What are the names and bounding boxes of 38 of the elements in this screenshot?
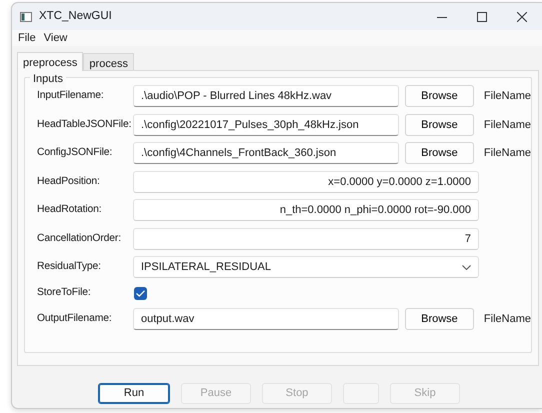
input-field[interactable]: .\config\20221017_Pulses_30ph_48kHz.json <box>133 114 399 136</box>
filename-label: FileName <box>484 146 531 161</box>
field-label: HeadPosition: <box>37 174 101 189</box>
window-title: XTC_NewGUI <box>39 8 112 24</box>
menu-item[interactable]: View <box>40 30 72 46</box>
field-label: CancellationOrder: <box>37 232 122 246</box>
input-field[interactable]: n_th=0.0000 n_phi=0.0000 rot=-90.000 <box>133 199 479 222</box>
field-label: HeadRotation: <box>37 203 102 218</box>
dropdown[interactable]: IPSILATERAL_RESIDUAL <box>133 256 479 278</box>
close-icon <box>517 12 527 22</box>
input-field[interactable]: x=0.0000 y=0.0000 z=1.0000 <box>133 170 479 193</box>
field-label: InputFilename: <box>37 89 105 104</box>
browse-button[interactable]: Browse <box>405 114 474 136</box>
browse-button[interactable]: Browse <box>405 142 474 164</box>
tab[interactable]: preprocess <box>17 52 84 71</box>
maximize-icon <box>477 12 487 22</box>
field-label: StoreToFile: <box>37 286 92 300</box>
tab[interactable]: process <box>83 53 134 70</box>
field-label: ResidualType: <box>37 260 102 274</box>
filename-label: FileName <box>484 89 531 104</box>
field-label: ConfigJSONFile: <box>37 146 114 160</box>
field-label: OutputFilename: <box>37 312 113 326</box>
filename-label: FileName <box>484 118 531 132</box>
action-button[interactable]: Run <box>98 383 170 404</box>
group-title: Inputs <box>30 71 66 88</box>
chevron-down-icon <box>462 264 471 270</box>
browse-button[interactable]: Browse <box>405 308 474 330</box>
input-field[interactable]: 7 <box>133 228 479 250</box>
filename-label: FileName <box>484 312 531 326</box>
browse-button[interactable]: Browse <box>405 85 474 108</box>
app-icon <box>20 12 32 22</box>
checkbox[interactable] <box>134 286 147 300</box>
menu-item[interactable]: File <box>14 30 40 46</box>
field-label: HeadTableJSONFile: <box>37 118 132 132</box>
dropdown-value: IPSILATERAL_RESIDUAL <box>141 260 272 275</box>
input-field[interactable]: .\config\4Channels_FrontBack_360.json <box>133 142 399 164</box>
input-field[interactable]: .\audio\POP - Blurred Lines 48kHz.wav <box>133 85 399 108</box>
input-field[interactable]: output.wav <box>133 308 399 330</box>
